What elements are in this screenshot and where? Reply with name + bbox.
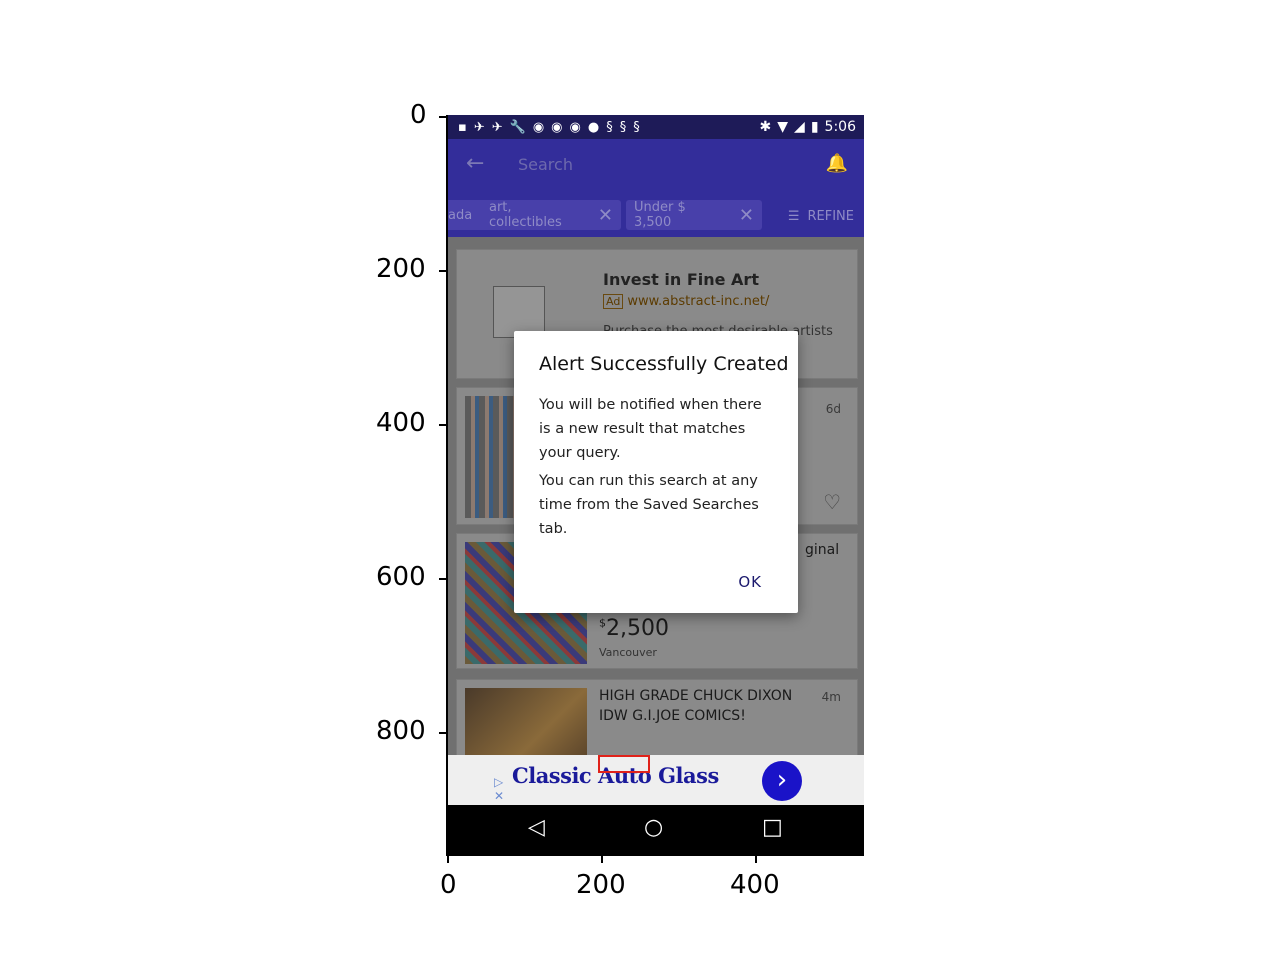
y-tick <box>439 116 447 118</box>
wrench-icon: 🔧 <box>509 119 527 135</box>
banner-ad[interactable]: ▷ ✕ Classic Auto Glass › <box>448 755 864 805</box>
alert-bell-icon[interactable]: 🔔 <box>826 153 848 174</box>
app-icon: ◉ <box>532 119 546 135</box>
y-tick <box>439 424 447 426</box>
listing-price: $2,500 <box>599 616 669 641</box>
app-icon: ◉ <box>569 119 582 135</box>
bluetooth-icon: ✱ <box>759 119 772 135</box>
y-tick-label: 0 <box>410 100 427 130</box>
back-nav-icon[interactable]: ◁ <box>528 815 545 840</box>
refine-button[interactable]: ☰ REFINE <box>788 209 854 224</box>
y-tick <box>439 578 447 580</box>
recents-nav-icon[interactable]: □ <box>762 815 783 840</box>
chip-label: Under $ 3,500 <box>634 200 686 230</box>
wifi-icon: ▼ <box>777 119 789 135</box>
chip-label: art, collectibles <box>489 200 562 230</box>
filter-chip-category[interactable]: art, collectibles ✕ <box>481 200 621 230</box>
favorite-heart-icon[interactable]: ♡ <box>823 490 841 514</box>
dialog-message: You can run this search at any time from… <box>539 473 759 537</box>
back-arrow-icon[interactable]: ← <box>466 151 484 176</box>
app-icon: ● <box>587 119 601 135</box>
chip-label: ada <box>448 207 473 223</box>
dialog-title: Alert Successfully Created <box>539 353 789 375</box>
listing-title: ginal <box>805 542 840 558</box>
status-time: 5:06 <box>824 119 856 135</box>
x-tick-label: 200 <box>576 870 626 900</box>
close-icon[interactable]: ✕ <box>739 205 754 226</box>
app-icon: ◉ <box>551 119 564 135</box>
app-icon: § <box>619 119 628 135</box>
y-tick-label: 400 <box>376 408 426 438</box>
price-value: 2,500 <box>606 616 669 641</box>
x-tick <box>601 855 603 863</box>
signal-icon: ◢ <box>794 119 805 135</box>
ad-url-text: www.abstract-inc.net/ <box>627 294 770 309</box>
app-bar: ← Search 🔔 <box>448 139 864 191</box>
x-tick-label: 0 <box>440 870 457 900</box>
app-icon: § <box>606 119 614 135</box>
close-icon[interactable]: ✕ <box>598 205 613 226</box>
listing-age: 6d <box>825 402 841 416</box>
status-bar: ▪ ✈ ✈ 🔧 ◉ ◉ ◉ ● § § § ✱ ▼ ◢ ▮ 5:06 <box>448 115 864 139</box>
ad-choices-icon[interactable]: ▷ ✕ <box>494 775 504 803</box>
chevron-right-icon[interactable]: › <box>762 761 802 801</box>
alert-dialog: Alert Successfully Created You will be n… <box>514 331 798 613</box>
ok-button[interactable]: OK <box>738 573 762 591</box>
filter-chip-price[interactable]: Under $ 3,500 ✕ <box>626 200 762 230</box>
x-tick <box>447 855 449 863</box>
highlight-box <box>598 755 650 773</box>
message-icon: ▪ <box>458 119 468 135</box>
x-tick <box>755 855 757 863</box>
dialog-message: You will be notified when there is a new… <box>539 397 762 461</box>
listing-location: Vancouver <box>599 646 657 659</box>
ad-url[interactable]: Ad www.abstract-inc.net/ <box>603 294 769 309</box>
app-icon: ✈ <box>491 119 504 135</box>
y-tick <box>439 270 447 272</box>
refine-label: REFINE <box>807 209 855 224</box>
y-tick-label: 600 <box>376 562 426 592</box>
sliders-icon: ☰ <box>787 209 800 224</box>
notification-icons: ▪ ✈ ✈ 🔧 ◉ ◉ ◉ ● § § § <box>458 120 641 135</box>
y-tick-label: 200 <box>376 254 426 284</box>
ad-title: Invest in Fine Art <box>603 270 759 289</box>
filter-chip-bar: ada art, collectibles ✕ Under $ 3,500 ✕ … <box>448 191 864 237</box>
currency-symbol: $ <box>599 616 606 630</box>
y-tick <box>439 732 447 734</box>
listing-age: 4m <box>821 690 841 704</box>
listing-title: HIGH GRADE CHUCK DIXON IDW G.I.JOE COMIC… <box>599 688 793 724</box>
navigation-bar: ◁ ○ □ <box>448 805 864 855</box>
x-tick-label: 400 <box>730 870 780 900</box>
phone-screen: ▪ ✈ ✈ 🔧 ◉ ◉ ◉ ● § § § ✱ ▼ ◢ ▮ 5:06 ← Sea… <box>448 115 864 855</box>
y-tick-label: 800 <box>376 716 426 746</box>
ad-badge: Ad <box>603 294 624 309</box>
app-icon: § <box>633 119 641 135</box>
search-input[interactable]: Search <box>518 155 573 174</box>
app-icon: ✈ <box>473 119 486 135</box>
battery-icon: ▮ <box>810 119 819 135</box>
home-nav-icon[interactable]: ○ <box>644 815 663 840</box>
